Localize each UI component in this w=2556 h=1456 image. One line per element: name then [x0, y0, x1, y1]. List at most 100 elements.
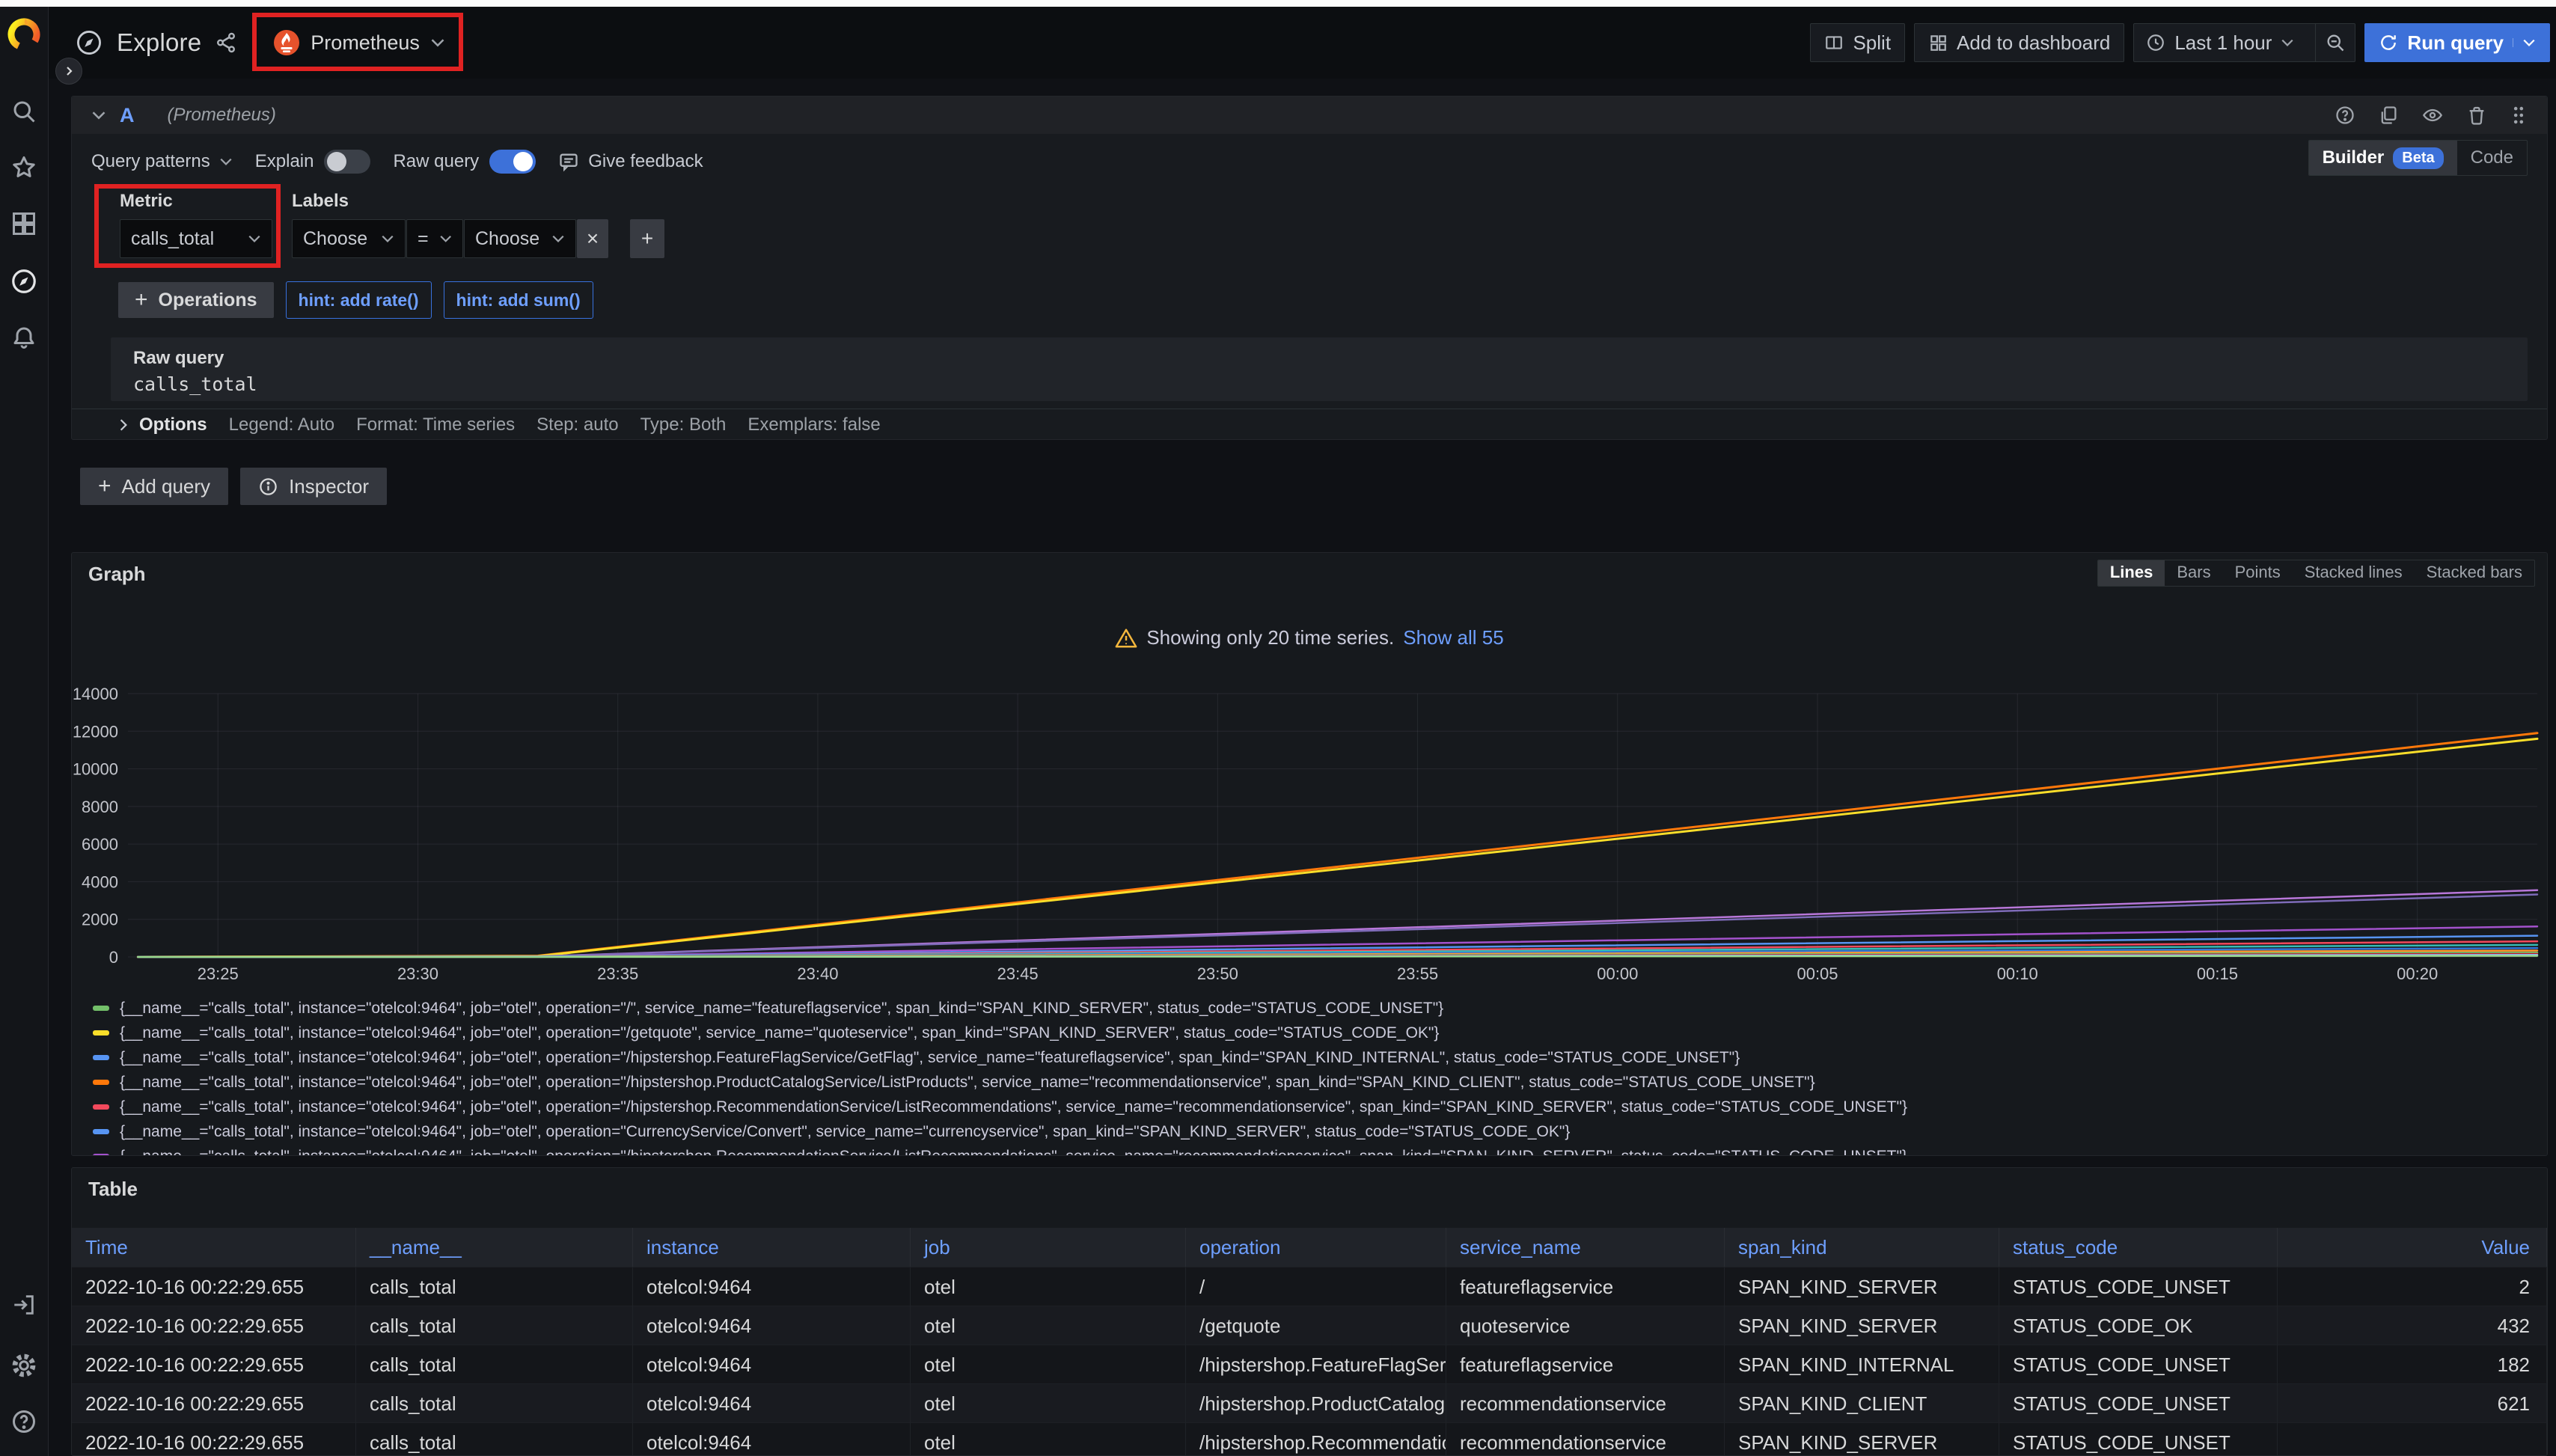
drag-handle-icon[interactable]	[2510, 105, 2528, 126]
sidebar	[0, 7, 49, 1456]
table-header-operation[interactable]: operation	[1186, 1228, 1446, 1267]
label-operator-select[interactable]: =	[406, 219, 463, 258]
table-header-instance[interactable]: instance	[633, 1228, 911, 1267]
table-cell: STATUS_CODE_OK	[1999, 1306, 2278, 1345]
labels-label: Labels	[292, 191, 664, 212]
page-title: Explore	[117, 28, 201, 57]
table-header-statuscode[interactable]: status_code	[1999, 1228, 2278, 1267]
svg-text:23:45: 23:45	[997, 964, 1039, 983]
run-query-dropdown[interactable]	[2513, 38, 2536, 47]
query-row-header[interactable]: A (Prometheus)	[72, 97, 2547, 134]
show-all-series-link[interactable]: Show all 55	[1403, 626, 1503, 649]
raw-query-box: Raw query calls_total	[111, 337, 2528, 401]
legend-item[interactable]: {__name__="calls_total", instance="otelc…	[93, 1119, 2540, 1144]
legend-item[interactable]: {__name__="calls_total", instance="otelc…	[93, 1070, 2540, 1095]
legend-item[interactable]: {__name__="calls_total", instance="otelc…	[93, 996, 2540, 1021]
options-summary-item: Type: Both	[640, 415, 727, 435]
series-limit-warning: Showing only 20 time series. Show all 55	[72, 626, 2547, 649]
table-cell: /hipstershop.Recommendation...	[1186, 1422, 1446, 1456]
table-cell: calls_total	[356, 1383, 633, 1422]
settings-gear-icon[interactable]	[10, 1352, 37, 1379]
delete-query-trash-icon[interactable]	[2466, 105, 2487, 126]
builder-mode-tab[interactable]: Builder Beta	[2309, 141, 2457, 175]
query-patterns-dropdown[interactable]: Query patterns	[91, 151, 233, 172]
graph-style-points[interactable]: Points	[2223, 560, 2293, 586]
svg-text:4000: 4000	[82, 872, 118, 891]
query-ref-id[interactable]: A	[120, 104, 135, 127]
code-mode-tab[interactable]: Code	[2457, 141, 2527, 175]
code-label: Code	[2471, 147, 2513, 168]
results-table: Time__name__instancejoboperationservice_…	[72, 1228, 2547, 1456]
add-operation-button[interactable]: + Operations	[118, 282, 274, 318]
help-icon[interactable]	[10, 1408, 37, 1435]
explain-toggle[interactable]	[324, 150, 370, 174]
share-icon[interactable]	[215, 31, 237, 54]
explore-compass-icon[interactable]	[10, 267, 38, 296]
add-to-dashboard-button[interactable]: Add to dashboard	[1914, 23, 2124, 62]
svg-text:23:25: 23:25	[198, 964, 239, 983]
search-icon[interactable]	[10, 98, 37, 125]
sidebar-expand-button[interactable]	[55, 58, 82, 85]
clock-icon	[2146, 33, 2165, 52]
legend-series-label: {__name__="calls_total", instance="otelc…	[120, 1123, 1570, 1141]
close-icon: ×	[587, 227, 599, 251]
table-header-time[interactable]: Time	[72, 1228, 356, 1267]
metric-select[interactable]: calls_total	[120, 219, 272, 258]
legend-item[interactable]: {__name__="calls_total", instance="otelc…	[93, 1095, 2540, 1119]
legend-series-label: {__name__="calls_total", instance="otelc…	[120, 1049, 1740, 1067]
give-feedback-link[interactable]: Give feedback	[558, 151, 703, 172]
add-query-button[interactable]: + Add query	[80, 468, 228, 505]
table-cell: otelcol:9464	[633, 1267, 911, 1306]
query-hint-button[interactable]: hint: add rate()	[286, 281, 432, 319]
query-hint-button[interactable]: hint: add sum()	[444, 281, 593, 319]
sign-in-icon[interactable]	[11, 1292, 37, 1318]
graph-panel: Graph LinesBarsPointsStacked linesStacke…	[71, 552, 2548, 1156]
table-header-name[interactable]: __name__	[356, 1228, 633, 1267]
graph-style-stacked-bars[interactable]: Stacked bars	[2415, 560, 2534, 586]
graph-panel-title: Graph	[88, 563, 146, 586]
alerting-bell-icon[interactable]	[10, 324, 37, 351]
grafana-logo[interactable]	[7, 17, 40, 50]
label-name-select[interactable]: Choose	[292, 219, 406, 258]
inspector-label: Inspector	[289, 475, 369, 498]
table-cell: featureflagservice	[1446, 1267, 1725, 1306]
table-cell: STATUS_CODE_UNSET	[1999, 1422, 2278, 1456]
raw-query-toggle[interactable]	[489, 150, 536, 174]
warning-text: Showing only 20 time series.	[1146, 626, 1394, 649]
star-icon[interactable]	[10, 154, 37, 181]
add-label-filter-button[interactable]: +	[630, 219, 664, 258]
run-query-button[interactable]: Run query	[2364, 23, 2550, 62]
split-button[interactable]: Split	[1810, 23, 1905, 62]
plus-icon: +	[98, 474, 111, 499]
datasource-picker[interactable]: Prometheus	[266, 26, 453, 59]
dashboards-icon[interactable]	[10, 210, 37, 237]
duplicate-query-icon[interactable]	[2378, 105, 2399, 126]
options-summary-item: Format: Time series	[356, 415, 515, 435]
graph-style-bars[interactable]: Bars	[2165, 560, 2222, 586]
table-header-servicename[interactable]: service_name	[1446, 1228, 1725, 1267]
add-query-label: Add query	[122, 475, 211, 498]
table-cell: otelcol:9464	[633, 1422, 911, 1456]
svg-text:23:35: 23:35	[597, 964, 638, 983]
graph-style-lines[interactable]: Lines	[2098, 560, 2165, 586]
remove-label-filter-button[interactable]: ×	[577, 219, 608, 258]
collapse-chevron-icon[interactable]	[91, 110, 106, 120]
table-cell: 621	[2278, 1383, 2547, 1422]
time-series-chart[interactable]: 0200040006000800010000120001400023:2523:…	[72, 659, 2548, 988]
legend-item[interactable]: {__name__="calls_total", instance="otelc…	[93, 1045, 2540, 1070]
give-feedback-label: Give feedback	[588, 151, 703, 172]
time-range-picker[interactable]: Last 1 hour	[2134, 24, 2306, 61]
options-expander[interactable]: Options	[118, 415, 207, 435]
label-value-select[interactable]: Choose	[464, 219, 576, 258]
table-header-value[interactable]: Value	[2278, 1228, 2547, 1267]
hide-query-eye-icon[interactable]	[2421, 105, 2444, 126]
legend-item[interactable]: {__name__="calls_total", instance="otelc…	[93, 1021, 2540, 1045]
time-zoom-out-button[interactable]	[2315, 24, 2355, 61]
builder-label: Builder	[2323, 147, 2385, 168]
graph-style-stacked-lines[interactable]: Stacked lines	[2293, 560, 2415, 586]
table-header-job[interactable]: job	[911, 1228, 1186, 1267]
inspector-button[interactable]: Inspector	[240, 468, 387, 505]
legend-item[interactable]: {__name__="calls_total", instance="otelc…	[93, 1144, 2540, 1156]
query-help-icon[interactable]	[2335, 105, 2355, 126]
table-header-spankind[interactable]: span_kind	[1725, 1228, 1999, 1267]
